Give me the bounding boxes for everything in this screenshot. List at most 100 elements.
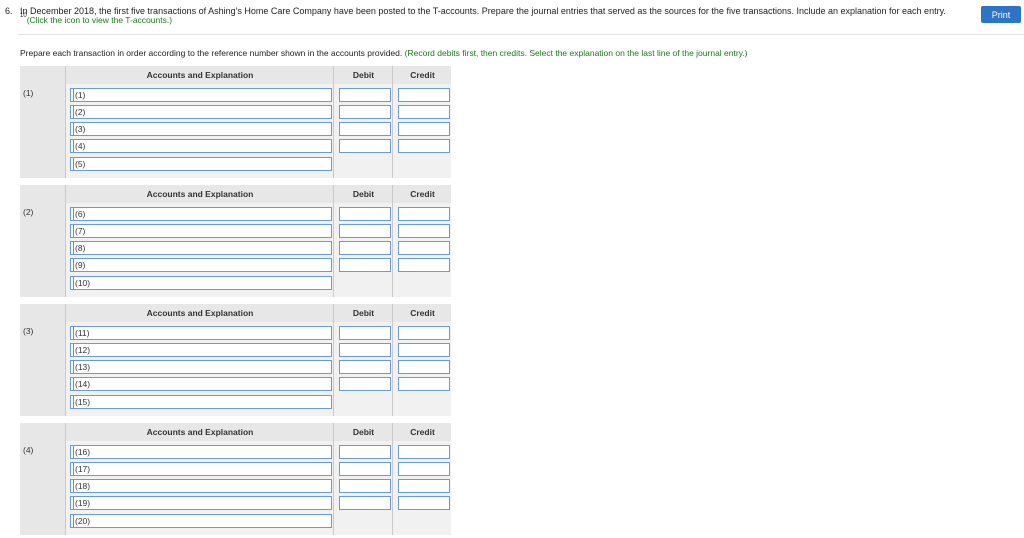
- instructions-text: Prepare each transaction in order accord…: [20, 48, 403, 58]
- row-label: (4): [73, 140, 86, 152]
- transaction-ref-cell: (3): [20, 322, 66, 416]
- debit-input[interactable]: [339, 241, 391, 255]
- account-input[interactable]: (18): [70, 479, 332, 493]
- journal-header: Accounts and Explanation Debit Credit: [20, 423, 451, 441]
- credit-column: [394, 441, 451, 535]
- accounts-column: (16) (17) (18) (19) (20): [67, 441, 334, 535]
- credit-input[interactable]: [398, 88, 450, 102]
- account-input[interactable]: (1): [70, 88, 332, 102]
- row-label: (20): [73, 515, 91, 527]
- credit-input[interactable]: [398, 462, 450, 476]
- credit-input[interactable]: [398, 241, 450, 255]
- t-accounts-line: 10(Click the icon to view the T-accounts…: [20, 13, 172, 25]
- credit-input[interactable]: [398, 207, 450, 221]
- debit-input[interactable]: [339, 343, 391, 357]
- account-input[interactable]: (3): [70, 122, 332, 136]
- journal-table: Accounts and Explanation Debit Credit (1) (1…: [20, 66, 451, 178]
- debit-input[interactable]: [339, 207, 391, 221]
- debit-input[interactable]: [339, 445, 391, 459]
- row-label: (14): [73, 378, 91, 390]
- account-input[interactable]: (9): [70, 258, 332, 272]
- debit-input[interactable]: [339, 105, 391, 119]
- credit-input[interactable]: [398, 258, 450, 272]
- journal-header: Accounts and Explanation Debit Credit: [20, 185, 451, 203]
- account-input[interactable]: (16): [70, 445, 332, 459]
- account-input[interactable]: (20): [70, 514, 332, 528]
- credit-input[interactable]: [398, 224, 450, 238]
- account-input[interactable]: (4): [70, 139, 332, 153]
- debit-input[interactable]: [339, 377, 391, 391]
- row-label: (7): [73, 225, 86, 237]
- debit-column: [335, 441, 393, 535]
- debit-column: [335, 322, 393, 416]
- account-input[interactable]: (17): [70, 462, 332, 476]
- transaction-ref: (1): [23, 88, 34, 98]
- account-input[interactable]: (15): [70, 395, 332, 409]
- account-input[interactable]: (13): [70, 360, 332, 374]
- debit-input[interactable]: [339, 224, 391, 238]
- account-input[interactable]: (5): [70, 157, 332, 171]
- account-input[interactable]: (11): [70, 326, 332, 340]
- journal-body: (4) (16) (17) (18) (19) (20): [20, 441, 451, 535]
- row-label: (9): [73, 259, 86, 271]
- debit-input[interactable]: [339, 258, 391, 272]
- account-input[interactable]: (14): [70, 377, 332, 391]
- credit-input[interactable]: [398, 343, 450, 357]
- credit-input[interactable]: [398, 139, 450, 153]
- header-ref-cell: [20, 423, 66, 441]
- credit-input[interactable]: [398, 105, 450, 119]
- header-accounts: Accounts and Explanation: [67, 304, 334, 322]
- header-credit: Credit: [410, 308, 435, 318]
- journal-header: Accounts and Explanation Debit Credit: [20, 66, 451, 84]
- journal-header: Accounts and Explanation Debit Credit: [20, 304, 451, 322]
- divider: [18, 34, 1024, 35]
- accounts-column: (6) (7) (8) (9) (10): [67, 203, 334, 297]
- account-input[interactable]: (19): [70, 496, 332, 510]
- row-label: (6): [73, 208, 86, 220]
- credit-input[interactable]: [398, 496, 450, 510]
- account-input[interactable]: (7): [70, 224, 332, 238]
- instructions: Prepare each transaction in order accord…: [20, 48, 748, 58]
- transaction-ref-cell: (4): [20, 441, 66, 535]
- accounts-column: (11) (12) (13) (14) (15): [67, 322, 334, 416]
- debit-input[interactable]: [339, 139, 391, 153]
- header-ref-cell: [20, 304, 66, 322]
- transaction-ref: (2): [23, 207, 34, 217]
- header-credit: Credit: [410, 189, 435, 199]
- transaction-ref: (4): [23, 445, 34, 455]
- account-input[interactable]: (2): [70, 105, 332, 119]
- header-accounts: Accounts and Explanation: [67, 423, 334, 441]
- t-accounts-link[interactable]: (Click the icon to view the T-accounts.): [27, 15, 172, 25]
- transaction-ref: (3): [23, 326, 34, 336]
- debit-input[interactable]: [339, 360, 391, 374]
- print-button[interactable]: Print: [981, 6, 1021, 23]
- account-input[interactable]: (12): [70, 343, 332, 357]
- debit-input[interactable]: [339, 479, 391, 493]
- journal-table: Accounts and Explanation Debit Credit (4) (1…: [20, 423, 451, 535]
- journal-body: (2) (6) (7) (8) (9) (10): [20, 203, 451, 297]
- credit-input[interactable]: [398, 377, 450, 391]
- debit-input[interactable]: [339, 326, 391, 340]
- debit-input[interactable]: [339, 462, 391, 476]
- account-input[interactable]: (10): [70, 276, 332, 290]
- account-input[interactable]: (6): [70, 207, 332, 221]
- account-input[interactable]: (8): [70, 241, 332, 255]
- credit-input[interactable]: [398, 122, 450, 136]
- debit-input[interactable]: [339, 122, 391, 136]
- debit-input[interactable]: [339, 496, 391, 510]
- row-label: (18): [73, 480, 91, 492]
- row-label: (16): [73, 446, 91, 458]
- header-debit: Debit: [335, 185, 393, 203]
- credit-input[interactable]: [398, 360, 450, 374]
- credit-input[interactable]: [398, 479, 450, 493]
- row-label: (2): [73, 106, 86, 118]
- accounts-column: (1) (2) (3) (4) (5): [67, 84, 334, 178]
- credit-column: [394, 203, 451, 297]
- row-label: (17): [73, 463, 91, 475]
- credit-input[interactable]: [398, 326, 450, 340]
- journal-table: Accounts and Explanation Debit Credit (3) (1…: [20, 304, 451, 416]
- credit-input[interactable]: [398, 445, 450, 459]
- debit-input[interactable]: [339, 88, 391, 102]
- row-label: (19): [73, 497, 91, 509]
- header-accounts: Accounts and Explanation: [67, 185, 334, 203]
